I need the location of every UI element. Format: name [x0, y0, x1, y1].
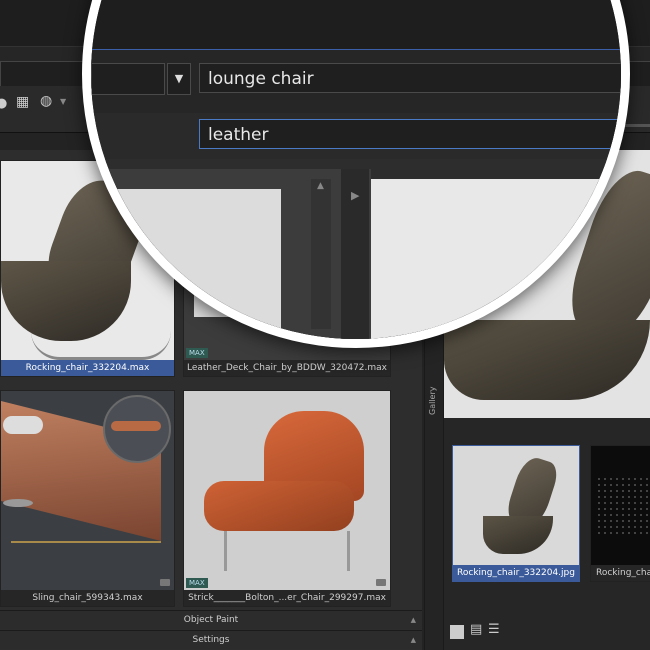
magnifier-overlay: ▼ lounge chair leather ▲ ▶: [82, 0, 630, 348]
circle-icon[interactable]: ●: [0, 96, 7, 111]
rollout-label: Object Paint: [183, 615, 239, 625]
thumbnail-image: [111, 189, 281, 339]
chair-seat-image: [204, 481, 354, 531]
tag-icon: [376, 579, 386, 586]
pillow-image: [3, 416, 43, 434]
name-search-input[interactable]: lounge chair: [199, 63, 621, 93]
item-caption: Leather_Deck_Chair_by_BDDW_320472.max: [184, 360, 390, 376]
magnified-title-bar: [91, 0, 621, 49]
item-caption: Rocking_chair_332204.jpg: [453, 565, 579, 581]
chair-frame: [11, 541, 161, 543]
magnified-thumbnail: ▲: [91, 169, 371, 339]
material-search-input[interactable]: leather: [199, 119, 621, 149]
gallery-tab[interactable]: Gallery: [424, 330, 444, 650]
library-item[interactable]: Sling_chair_599343.max: [0, 390, 175, 607]
divider: [91, 49, 621, 50]
particle-image: [596, 476, 650, 536]
scrollbar[interactable]: [311, 179, 331, 329]
chevron-down-icon[interactable]: ▼: [60, 97, 66, 106]
library-item[interactable]: MAX Strick_______Bolton_...er_Chair_2992…: [183, 390, 391, 607]
gallery-item[interactable]: Rocking_chair_332204.jpg: [452, 445, 580, 582]
magnified-preview-image: [371, 179, 621, 339]
panel-divider: ▶: [341, 169, 369, 339]
gallery-label: Gallery: [428, 386, 437, 416]
scroll-up-icon[interactable]: ▲: [317, 181, 324, 191]
divider: [444, 420, 650, 430]
gallery-layout-icon[interactable]: [450, 625, 464, 639]
chevron-up-icon[interactable]: ▲: [411, 611, 416, 629]
chevron-up-icon[interactable]: ▲: [411, 631, 416, 649]
object-paint-rollout[interactable]: Object Paint ▲: [0, 610, 422, 629]
chair-image-base: [483, 516, 553, 554]
chair-legs: [224, 531, 350, 571]
globe-icon[interactable]: ◍: [40, 93, 52, 109]
grid-view-icon[interactable]: ▦: [16, 94, 29, 110]
detail-inset-image: [103, 395, 171, 463]
settings-rollout[interactable]: Settings ▲: [0, 630, 422, 649]
max-badge: MAX: [186, 578, 208, 588]
item-caption: Strick_______Bolton_...er_Chair_299297.m…: [184, 590, 390, 606]
category-dropdown[interactable]: [91, 63, 165, 95]
strap-detail: [111, 421, 161, 431]
list-view-icon[interactable]: ☰: [488, 622, 500, 637]
rollout-label: Settings: [192, 635, 230, 645]
item-caption: Rocking_chair_332204.max: [1, 360, 174, 376]
item-caption: Sling_chair_599343.max: [1, 590, 174, 606]
side-table: [3, 499, 33, 507]
gallery-item[interactable]: Rocking_chai: [590, 445, 650, 582]
grid-view-icon[interactable]: ▤: [470, 622, 482, 637]
chevron-right-icon[interactable]: ▶: [351, 189, 359, 202]
max-badge: MAX: [186, 348, 208, 358]
dropdown-arrow-icon[interactable]: ▼: [167, 63, 191, 95]
item-caption: Rocking_chai: [591, 565, 650, 581]
tag-icon: [160, 579, 170, 586]
